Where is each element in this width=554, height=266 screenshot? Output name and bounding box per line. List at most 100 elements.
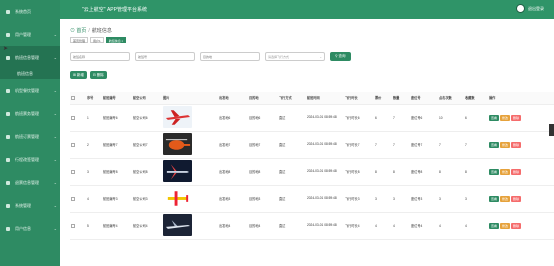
flight-image-cell (162, 131, 218, 159)
header-checkbox[interactable] (70, 92, 86, 105)
airline: 航空公司4 (132, 212, 162, 240)
search-button[interactable]: ⚲ 查询 (330, 52, 351, 61)
table-row: 2 航班编号7 航空公司7 出发地7 目的地7 直达 2024-03-01 08:59:48… (70, 131, 554, 159)
sidebar-item-refunds[interactable]: 退票信息管理 ⌄ (0, 171, 60, 194)
sidebar-item-catering[interactable]: 机型餐饮管理 ⌄ (0, 79, 60, 102)
sidebar-item-system[interactable]: 系统管理 ⌄ (0, 194, 60, 217)
departure: 出发地8 (218, 158, 248, 186)
row-checkbox-cell[interactable] (70, 104, 86, 132)
chevron-down-icon: ⌄ (53, 180, 57, 185)
logout-link[interactable]: 退出登录 (528, 6, 544, 12)
row-delete-button[interactable]: 删除 (511, 195, 522, 202)
flight-image[interactable] (163, 187, 192, 209)
destination-input[interactable] (200, 52, 260, 61)
click-count: 8 (438, 158, 464, 186)
column-header[interactable]: 点击次数 (438, 92, 464, 105)
edit-button[interactable]: 修改 (500, 114, 511, 121)
edit-button[interactable]: 修改 (500, 168, 511, 175)
sidebar-item-rebooking[interactable]: 行程改签管理 ⌄ (0, 148, 60, 171)
main-content: ⊙ 首页/航班信息 首页管理 用户1 航班信息 × 请选择飞行方式⌄ ⚲ 查询 … (60, 19, 554, 266)
flight-number: 航班编号4 (102, 212, 132, 240)
seat-number: 座位号8 (410, 158, 438, 186)
row-checkbox-cell[interactable] (70, 212, 86, 240)
flight-number-input[interactable] (135, 52, 195, 61)
row-checkbox[interactable] (71, 223, 75, 228)
flight-image[interactable] (163, 160, 192, 182)
sidebar-subitem-flight-info[interactable]: 航班信息 (0, 69, 60, 79)
row-index: 3 (86, 158, 102, 186)
flight-image[interactable] (163, 133, 192, 155)
column-header[interactable]: 飞行时长 (344, 92, 374, 105)
sidebar-item-flights[interactable]: 航班信息管理 ⌄ (0, 46, 60, 69)
flight-image-cell (162, 212, 218, 240)
refund-icon (6, 180, 10, 185)
flight-number: 航班编号3 (102, 185, 132, 213)
view-button[interactable]: 查看 (489, 168, 500, 175)
tag-user[interactable]: 用户1 (90, 37, 104, 43)
row-checkbox-cell[interactable] (70, 131, 86, 159)
column-header[interactable]: 出发地 (218, 92, 248, 105)
flight-image[interactable] (163, 106, 192, 128)
column-header[interactable]: 数量 (392, 92, 410, 105)
destination: 目的地3 (248, 185, 278, 213)
view-button[interactable]: 查看 (489, 222, 500, 229)
favorite-count: 7 (464, 131, 488, 159)
search-bar: 请选择飞行方式 ⌄ ⚲ 查询 (70, 52, 351, 61)
sidebar-item-user-info[interactable]: 用户信息 ⌄ (0, 217, 60, 240)
side-collapse-tab[interactable] (549, 124, 554, 136)
user-area[interactable]: 退出登录 (516, 4, 544, 13)
column-header[interactable]: 座位号 (410, 92, 438, 105)
column-header[interactable]: 票价 (374, 92, 392, 105)
price: 8 (374, 158, 392, 186)
row-checkbox[interactable] (71, 115, 75, 120)
tag-flight-info[interactable]: 航班信息 × (105, 37, 127, 43)
flight-mode-select[interactable]: 请选择飞行方式 ⌄ (265, 52, 325, 61)
view-button[interactable]: 查看 (489, 114, 500, 121)
flight-table: 序号 航班编号 航空公司 图片 出发地 目的地 飞行方式 航班时间 飞行时长 票… (70, 92, 554, 240)
row-checkbox[interactable] (71, 169, 75, 174)
flight-mode: 直达 (278, 104, 306, 132)
column-header[interactable]: 航空公司 (132, 92, 162, 105)
favorite-count: 6 (464, 104, 488, 132)
menu-icon (6, 88, 10, 93)
row-actions: 查看 修改 删除 (488, 131, 554, 159)
add-button[interactable]: ⊞ 新增 (70, 71, 87, 79)
row-actions: 查看 修改 删除 (488, 212, 554, 240)
column-header[interactable]: 飞行方式 (278, 92, 306, 105)
column-header[interactable]: 收藏数 (464, 92, 488, 105)
tag-home[interactable]: 首页管理 (70, 37, 89, 43)
flight-image-cell (162, 185, 218, 213)
tag-bar: 首页管理 用户1 航班信息 × (70, 37, 128, 43)
row-checkbox[interactable] (71, 196, 75, 201)
airline: 航空公司7 (132, 131, 162, 159)
row-checkbox-cell[interactable] (70, 185, 86, 213)
row-checkbox[interactable] (71, 142, 75, 147)
edit-button[interactable]: 修改 (500, 141, 511, 148)
avatar[interactable] (516, 4, 525, 13)
column-header: 操作 (488, 92, 554, 105)
price: 7 (374, 131, 392, 159)
row-delete-button[interactable]: 删除 (511, 114, 522, 121)
sidebar-item-bookings[interactable]: 航班订票管理 ⌄ (0, 125, 60, 148)
select-all-checkbox[interactable] (71, 95, 75, 100)
column-header[interactable]: 航班编号 (102, 92, 132, 105)
breadcrumb-home[interactable]: 首页 (76, 28, 86, 34)
view-button[interactable]: 查看 (489, 141, 500, 148)
row-delete-button[interactable]: 删除 (511, 141, 522, 148)
sidebar-item-users[interactable]: 用户管理 ⌄ (0, 23, 60, 46)
profile-icon (6, 226, 10, 231)
flight-name-input[interactable] (70, 52, 130, 61)
edit-button[interactable]: 修改 (500, 195, 511, 202)
delete-button[interactable]: ⊟ 删除 (89, 71, 107, 79)
sidebar-item-home[interactable]: 系统首页 (0, 0, 60, 23)
row-delete-button[interactable]: 删除 (511, 222, 522, 229)
edit-button[interactable]: 修改 (500, 222, 511, 229)
row-delete-button[interactable]: 删除 (511, 168, 522, 175)
column-header[interactable]: 目的地 (248, 92, 278, 105)
row-checkbox-cell[interactable] (70, 158, 86, 186)
view-button[interactable]: 查看 (489, 195, 500, 202)
sidebar-item-tickets[interactable]: 航班票务管理 ⌄ (0, 102, 60, 125)
click-count: 3 (438, 185, 464, 213)
column-header[interactable]: 航班时间 (306, 92, 344, 105)
flight-image[interactable] (163, 214, 192, 236)
